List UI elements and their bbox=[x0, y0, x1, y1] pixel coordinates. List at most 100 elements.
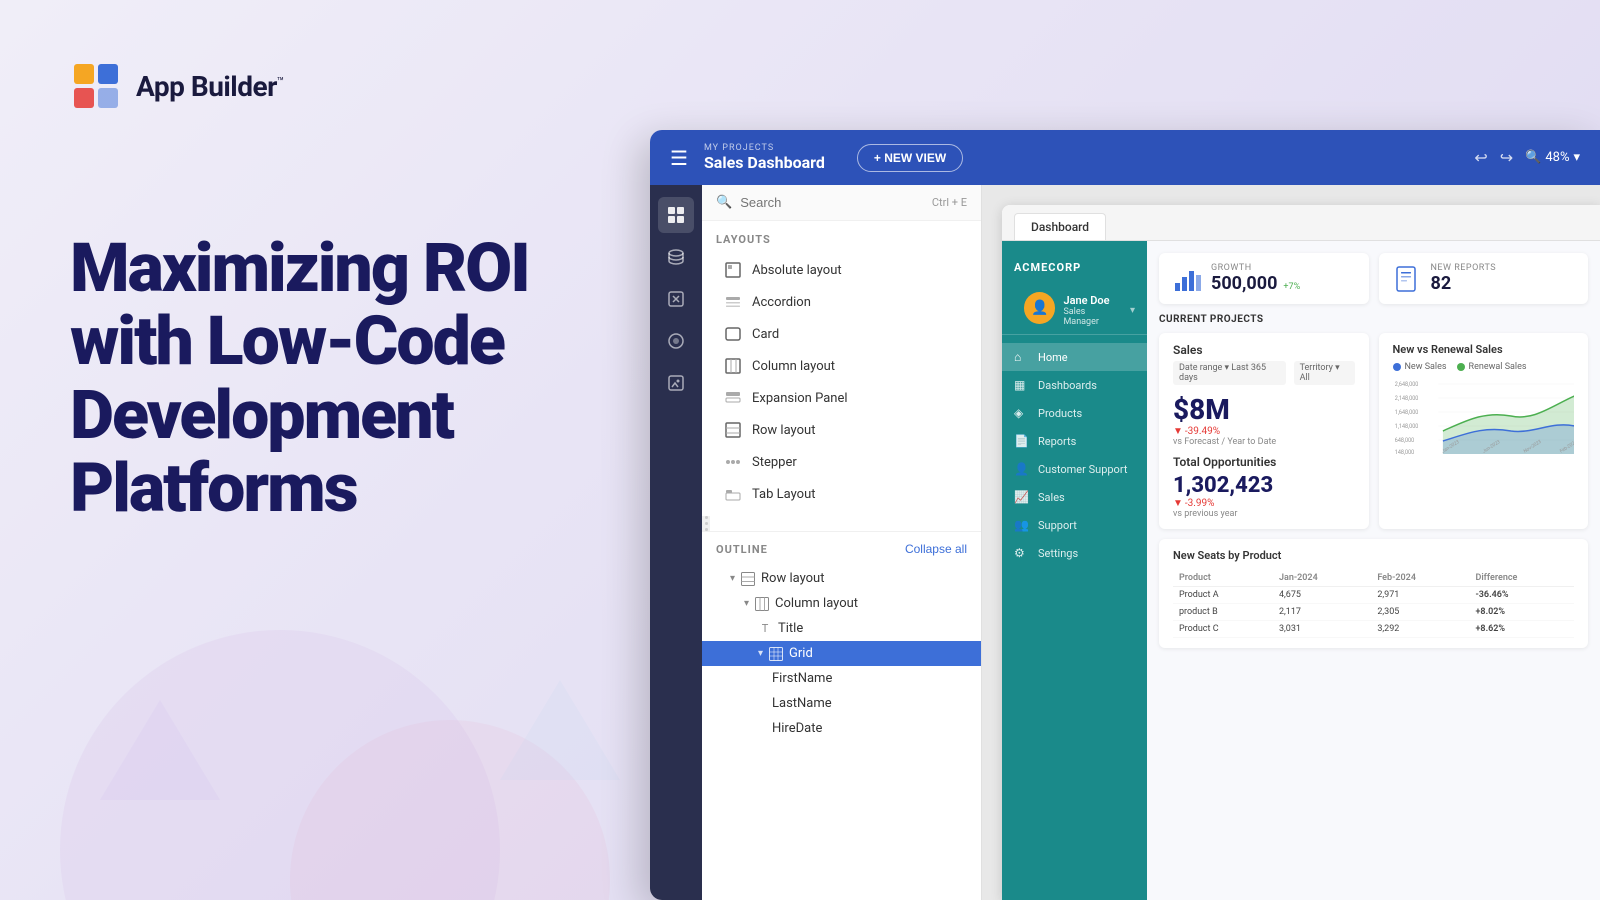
collapse-all-button[interactable]: Collapse all bbox=[905, 542, 967, 556]
sales-chart: 2,648,000 2,148,000 1,648,000 1,148,000 … bbox=[1393, 376, 1575, 456]
nav-item-dashboards[interactable]: ▦ Dashboards bbox=[1002, 371, 1147, 399]
tab-layout-icon bbox=[724, 485, 742, 503]
legend-renewal-sales-label: Renewal Sales bbox=[1469, 362, 1527, 372]
outline-label: OUTLINE bbox=[716, 543, 768, 556]
outline-row-layout[interactable]: ▾ Row layout bbox=[702, 566, 981, 591]
outline-lastname-label: LastName bbox=[772, 696, 832, 711]
redo-button[interactable]: ↪ bbox=[1500, 148, 1513, 168]
sidebar-icon-variables[interactable] bbox=[658, 281, 694, 317]
decorative-shapes bbox=[0, 500, 700, 900]
nav-item-customer-support[interactable]: 👤 Customer Support bbox=[1002, 455, 1147, 483]
outline-firstname[interactable]: FirstName bbox=[702, 666, 981, 691]
component-accordion[interactable]: Accordion bbox=[716, 286, 967, 318]
outline-title-label: Title bbox=[778, 621, 803, 636]
col-jan: Jan-2024 bbox=[1273, 570, 1371, 587]
absolute-layout-label: Absolute layout bbox=[752, 263, 842, 278]
outline-hiredate-label: HireDate bbox=[772, 721, 822, 736]
avatar: 👤 bbox=[1024, 292, 1055, 324]
svg-text:2,648,000: 2,648,000 bbox=[1394, 382, 1418, 388]
sidebar-icon-data[interactable] bbox=[658, 239, 694, 275]
outline-header: OUTLINE Collapse all bbox=[702, 532, 981, 562]
hamburger-menu-icon[interactable]: ☰ bbox=[670, 146, 688, 170]
sidebar-icon-components[interactable] bbox=[658, 197, 694, 233]
nav-products-label: Products bbox=[1038, 407, 1082, 420]
opportunities-section: Total Opportunities 1,302,423 ▼ -3.99% v… bbox=[1173, 455, 1355, 519]
headline: Maximizing ROI with Low-Code Development… bbox=[70, 232, 630, 526]
headline-line2: with Low-Code bbox=[70, 301, 504, 381]
app-builder-panel: ☰ MY PROJECTS Sales Dashboard + NEW VIEW… bbox=[650, 130, 1600, 900]
chevron-down-icon: ▾ bbox=[730, 573, 735, 584]
new-view-button[interactable]: + NEW VIEW bbox=[857, 144, 963, 172]
legend-renewal-sales-dot bbox=[1457, 363, 1465, 371]
outline-hiredate[interactable]: HireDate bbox=[702, 716, 981, 741]
logo-name: App Builder bbox=[136, 70, 277, 103]
nav-item-products[interactable]: ◈ Products bbox=[1002, 399, 1147, 427]
table-card: New Seats by Product Product Jan-2024 Fe… bbox=[1159, 539, 1588, 648]
product-c-jan: 3,031 bbox=[1273, 621, 1371, 638]
dashboard-tab[interactable]: Dashboard bbox=[1014, 213, 1106, 240]
opportunities-value: 1,302,423 bbox=[1173, 473, 1355, 498]
component-expansion-panel[interactable]: Expansion Panel bbox=[716, 382, 967, 414]
dashboard-content: ACMECORP 👤 Jane Doe Sales Manager ▾ ⌂ Ho… bbox=[1002, 241, 1600, 900]
sidebar-icon-theme[interactable] bbox=[658, 323, 694, 359]
project-info: MY PROJECTS Sales Dashboard bbox=[704, 143, 825, 172]
sidebar-icons bbox=[650, 185, 702, 900]
svg-text:2,148,000: 2,148,000 bbox=[1394, 396, 1418, 402]
date-filter[interactable]: Date range ▾ Last 365 days bbox=[1173, 361, 1286, 385]
product-a-name: Product A bbox=[1173, 587, 1273, 604]
sales-filter-row: Date range ▾ Last 365 days Territory ▾ A… bbox=[1173, 361, 1355, 385]
svg-text:648,000: 648,000 bbox=[1394, 438, 1413, 444]
panel-separator bbox=[702, 516, 710, 531]
undo-button[interactable]: ↩ bbox=[1474, 148, 1487, 168]
legend-new-sales: New Sales bbox=[1393, 362, 1447, 372]
chevron-down-icon: ▾ bbox=[744, 598, 749, 609]
new-reports-label: NEW REPORTS bbox=[1431, 263, 1497, 273]
sales-icon: 📈 bbox=[1014, 490, 1030, 504]
nav-item-reports[interactable]: 📄 Reports bbox=[1002, 427, 1147, 455]
product-b-name: product B bbox=[1173, 604, 1273, 621]
legend-new-sales-dot bbox=[1393, 363, 1401, 371]
nav-item-support[interactable]: 👥 Support bbox=[1002, 511, 1147, 539]
nav-item-sales[interactable]: 📈 Sales bbox=[1002, 483, 1147, 511]
col-feb: Feb-2024 bbox=[1371, 570, 1469, 587]
outline-title[interactable]: T Title bbox=[702, 616, 981, 641]
outline-lastname[interactable]: LastName bbox=[702, 691, 981, 716]
product-c-name: Product C bbox=[1173, 621, 1273, 638]
legend-renewal-sales: Renewal Sales bbox=[1457, 362, 1527, 372]
zoom-icon: 🔍 bbox=[1525, 150, 1541, 165]
row-layout-label: Row layout bbox=[752, 423, 815, 438]
component-column-layout[interactable]: Column layout bbox=[716, 350, 967, 382]
customer-support-icon: 👤 bbox=[1014, 462, 1030, 476]
search-input[interactable] bbox=[740, 195, 924, 210]
outline-column-layout[interactable]: ▾ Column layout bbox=[702, 591, 981, 616]
table-row: product B 2,117 2,305 +8.02% bbox=[1173, 604, 1574, 621]
chart-title: New vs Renewal Sales bbox=[1393, 343, 1575, 356]
component-stepper[interactable]: Stepper bbox=[716, 446, 967, 478]
nav-settings-label: Settings bbox=[1038, 547, 1078, 560]
user-name: Jane Doe bbox=[1063, 294, 1122, 307]
component-absolute-layout[interactable]: Absolute layout bbox=[716, 254, 967, 286]
table-title: New Seats by Product bbox=[1173, 549, 1574, 562]
outline-tree: ▾ Row layout ▾ Column layout T Title bbox=[702, 562, 981, 745]
component-panel: 🔍 Ctrl + E LAYOUTS Absolute layout bbox=[702, 185, 982, 900]
text-icon: T bbox=[758, 622, 772, 635]
dashboards-icon: ▦ bbox=[1014, 378, 1030, 392]
nav-item-home[interactable]: ⌂ Home bbox=[1002, 343, 1147, 371]
component-tab-layout[interactable]: Tab Layout bbox=[716, 478, 967, 510]
outline-grid[interactable]: ▾ Grid bbox=[702, 641, 981, 666]
component-card[interactable]: Card bbox=[716, 318, 967, 350]
svg-text:1,148,000: 1,148,000 bbox=[1394, 424, 1418, 430]
project-label: MY PROJECTS bbox=[704, 143, 825, 153]
expansion-panel-label: Expansion Panel bbox=[752, 391, 848, 406]
territory-filter[interactable]: Territory ▾ All bbox=[1294, 361, 1355, 385]
product-a-feb: 2,971 bbox=[1371, 587, 1469, 604]
nav-reports-label: Reports bbox=[1038, 435, 1076, 448]
sidebar-icon-assets[interactable] bbox=[658, 365, 694, 401]
nav-customer-support-label: Customer Support bbox=[1038, 463, 1127, 476]
new-reports-value: 82 bbox=[1431, 273, 1497, 294]
component-row-layout[interactable]: Row layout bbox=[716, 414, 967, 446]
zoom-control[interactable]: 🔍 48% ▾ bbox=[1525, 150, 1580, 165]
opportunities-change: ▼ -3.99% bbox=[1173, 498, 1355, 509]
product-c-feb: 3,292 bbox=[1371, 621, 1469, 638]
nav-item-settings[interactable]: ⚙ Settings bbox=[1002, 539, 1147, 567]
